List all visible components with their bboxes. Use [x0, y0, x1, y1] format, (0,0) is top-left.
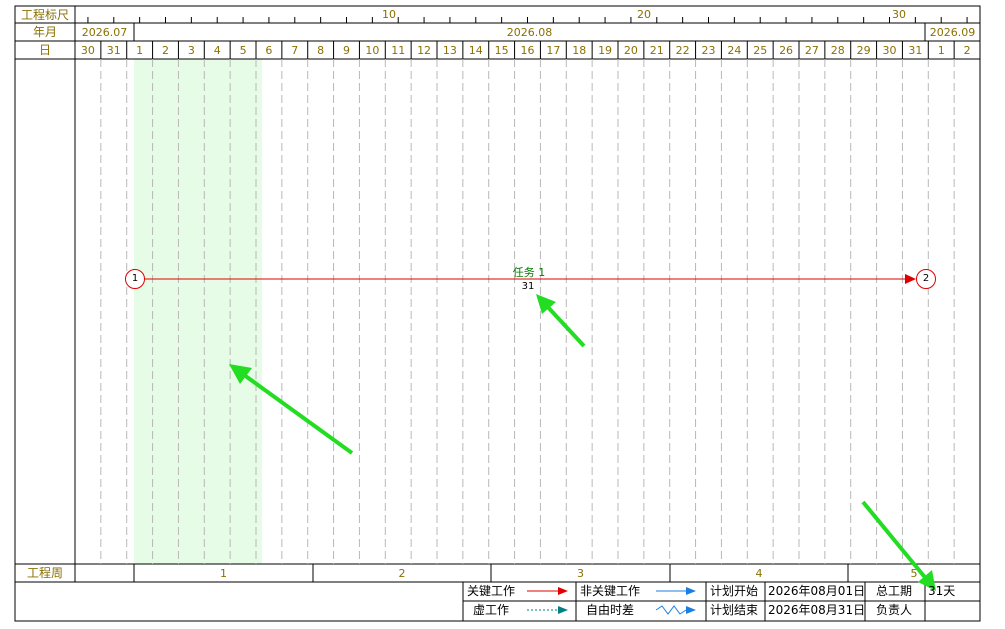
day-cell: 10 [365, 44, 380, 57]
start-node[interactable]: 1 [125, 269, 145, 289]
task-name[interactable]: 任务 1 [489, 264, 569, 280]
day-cell: 21 [649, 44, 664, 57]
day-cell: 3 [187, 44, 195, 57]
yearmonth-row-label: 年月 [32, 25, 57, 39]
day-cell: 20 [623, 44, 638, 57]
owner-label: 负责人 [876, 603, 913, 617]
legend-freefloat-wave [655, 605, 687, 615]
day-cell: 31 [908, 44, 923, 57]
legend-critical-label: 关键工作 [467, 584, 516, 598]
day-cell: 7 [291, 44, 299, 57]
day-cell: 13 [442, 44, 457, 57]
month-label: 2026.07 [81, 26, 128, 39]
month-label: 2026.09 [929, 26, 976, 39]
day-cell: 27 [804, 44, 819, 57]
day-cell: 8 [317, 44, 325, 57]
day-cell: 5 [239, 44, 247, 57]
legend-dummy-arrow-icon [558, 606, 568, 614]
scale-tick: 30 [892, 8, 906, 21]
day-cell: 28 [830, 44, 845, 57]
scale-tick: 20 [637, 8, 651, 21]
day-cell: 17 [546, 44, 561, 57]
legend-freefloat-arrow-icon [686, 606, 696, 614]
day-cell: 18 [572, 44, 587, 57]
day-cell: 2 [161, 44, 169, 57]
day-cell: 25 [753, 44, 768, 57]
legend-noncritical-label: 非关键工作 [580, 584, 641, 598]
legend-freefloat-label: 自由时差 [586, 603, 635, 617]
network-diagram-canvas [14, 5, 981, 622]
plan-end-label: 计划结束 [710, 603, 759, 617]
scale-tick: 10 [382, 8, 396, 21]
day-cell: 22 [675, 44, 690, 57]
day-cell: 26 [779, 44, 794, 57]
day-cell: 14 [468, 44, 483, 57]
day-cell: 4 [213, 44, 221, 57]
day-row-label: 日 [38, 43, 51, 57]
task-duration: 31 [521, 281, 535, 292]
week-row-label: 工程周 [26, 566, 63, 580]
week-label: 4 [755, 567, 763, 580]
scale-ticks [87, 17, 968, 23]
day-cell: 23 [701, 44, 716, 57]
week-label: 1 [220, 567, 227, 580]
month-label: 2026.08 [506, 26, 553, 39]
total-duration-label: 总工期 [876, 584, 913, 598]
day-cell: 16 [520, 44, 535, 57]
end-node[interactable]: 2 [916, 269, 936, 289]
day-cell: 30 [882, 44, 897, 57]
plan-start-label: 计划开始 [710, 584, 759, 598]
day-cell: 15 [494, 44, 509, 57]
week-label: 5 [910, 567, 918, 580]
legend-noncritical-arrow-icon [686, 587, 696, 595]
day-cell: 9 [342, 44, 350, 57]
legend-dummy-label: 虚工作 [473, 603, 510, 617]
day-cell: 1 [136, 44, 144, 57]
day-cell: 24 [727, 44, 742, 57]
day-cell: 19 [598, 44, 613, 57]
week-label: 2 [398, 567, 406, 580]
plan-start-value: 2026年08月01日 [768, 584, 866, 598]
week-label: 3 [577, 567, 584, 580]
legend-critical-arrow-icon [558, 587, 568, 595]
day-cell: 29 [856, 44, 871, 57]
day-cell: 30 [80, 44, 95, 57]
annotation-arrow-2 [543, 302, 586, 348]
day-cell: 1 [937, 44, 945, 57]
day-cell: 6 [265, 44, 273, 57]
total-duration-value: 31天 [928, 584, 956, 598]
day-cell: 11 [391, 44, 406, 57]
scale-row-label: 工程标尺 [20, 8, 69, 22]
day-cell: 31 [106, 44, 121, 57]
day-cell: 12 [417, 44, 432, 57]
day-cell: 2 [963, 44, 971, 57]
plan-end-value: 2026年08月31日 [768, 603, 866, 617]
task-arrow-head [905, 274, 916, 284]
highlight-range [134, 59, 262, 564]
